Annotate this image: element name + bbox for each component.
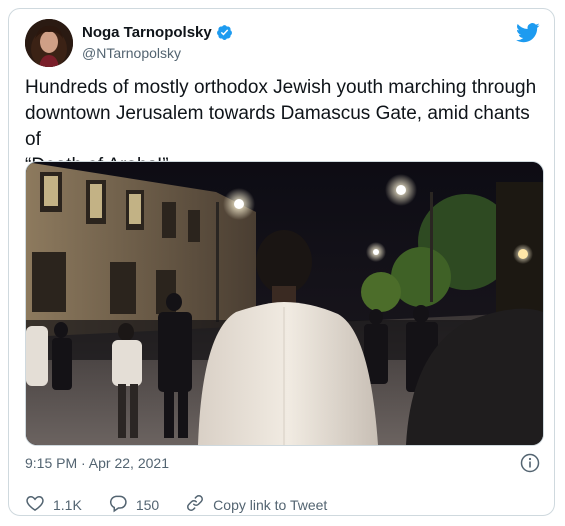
copy-link-button[interactable]: Copy link to Tweet — [185, 493, 327, 516]
tweet-timestamp[interactable]: 9:15 PM · Apr 22, 2021 — [25, 455, 169, 471]
tweet-actions: 1.1K 150 Copy link to Tweet — [25, 493, 353, 516]
avatar[interactable] — [25, 19, 73, 67]
heart-icon — [25, 493, 45, 516]
verified-badge-icon — [216, 24, 233, 41]
tweet-video[interactable] — [25, 161, 544, 446]
like-button[interactable]: 1.1K — [25, 493, 82, 516]
tweet-card[interactable]: Noga Tarnopolsky @NTarnopolsky Hundreds … — [8, 8, 555, 516]
reply-button[interactable]: 150 — [108, 493, 159, 516]
author-handle[interactable]: @NTarnopolsky — [82, 45, 181, 61]
author-display-name[interactable]: Noga Tarnopolsky — [82, 24, 212, 41]
author-name-row: Noga Tarnopolsky — [82, 24, 233, 41]
info-icon[interactable] — [520, 453, 540, 473]
reply-count: 150 — [135, 496, 160, 513]
twitter-bird-icon[interactable] — [516, 23, 540, 43]
reply-icon — [108, 493, 128, 516]
like-count: 1.1K — [53, 496, 82, 513]
link-icon — [185, 493, 205, 516]
copy-link-label: Copy link to Tweet — [213, 496, 328, 513]
